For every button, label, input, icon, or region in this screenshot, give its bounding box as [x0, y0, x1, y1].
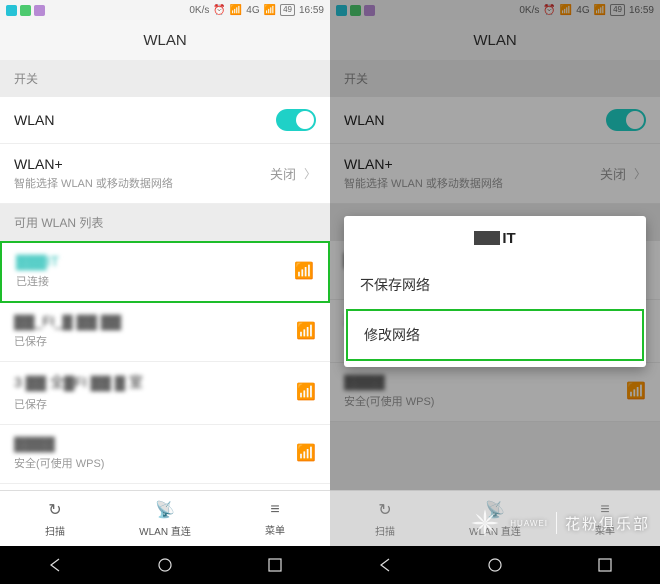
- section-available: 可用 WLAN 列表: [0, 204, 330, 241]
- wlanplus-row[interactable]: WLAN+ 智能选择 WLAN 或移动数据网络 关闭 〉: [0, 144, 330, 204]
- network-item-connected[interactable]: ▓▓▓IT 已连接 📶: [0, 241, 330, 303]
- chevron-right-icon: 〉: [304, 165, 316, 182]
- wifi-strength-icon: 📶: [296, 321, 316, 341]
- wlanplus-title: WLAN+: [14, 156, 173, 172]
- network-item[interactable]: ▓▓_FI_▓ ▓▓ ▓▓已保存 📶: [0, 303, 330, 362]
- wifi-strength-icon: 📶: [296, 443, 316, 463]
- dialog-title: IT: [344, 216, 646, 261]
- recent-icon[interactable]: [266, 556, 284, 574]
- network-name: ▓▓▓IT: [16, 253, 59, 269]
- recent-icon[interactable]: [596, 556, 614, 574]
- android-nav: [0, 546, 330, 584]
- alarm-icon: ⏰: [213, 5, 225, 16]
- menu-icon: ≡: [270, 501, 279, 519]
- direct-button[interactable]: 📡WLAN 直连: [110, 491, 220, 546]
- network-dialog: IT 不保存网络 修改网络: [344, 216, 646, 367]
- back-icon[interactable]: [376, 556, 394, 574]
- wlanplus-sub: 智能选择 WLAN 或移动数据网络: [14, 175, 173, 191]
- battery-icon: 49: [280, 4, 295, 16]
- back-icon[interactable]: [46, 556, 64, 574]
- net-4g: 4G: [246, 5, 259, 16]
- section-switch: 开关: [0, 60, 330, 97]
- scan-button[interactable]: ↻扫描: [0, 491, 110, 546]
- network-status: 已连接: [16, 273, 59, 289]
- watermark-text: 花粉俱乐部: [565, 513, 650, 534]
- android-nav: [330, 546, 660, 584]
- clock: 16:59: [299, 5, 324, 16]
- phone-left: 0K/s ⏰ 📶 4G 📶 49 16:59 WLAN 开关 WLAN WLAN…: [0, 0, 330, 584]
- wifi-direct-icon: 📡: [155, 500, 175, 520]
- menu-button[interactable]: ≡菜单: [220, 491, 330, 546]
- network-item[interactable]: ▓▓▓▓安全(可使用 WPS) 📶: [0, 425, 330, 484]
- status-bar: 0K/s ⏰ 📶 4G 📶 49 16:59: [0, 0, 330, 20]
- page-title: WLAN: [0, 20, 330, 60]
- home-icon[interactable]: [486, 556, 504, 574]
- scan-button[interactable]: ↻扫描: [330, 491, 440, 546]
- wlan-toggle[interactable]: [276, 109, 316, 131]
- scan-icon: ↻: [48, 500, 61, 520]
- wifi-icon: 📶: [230, 5, 242, 16]
- phone-right: 0K/s⏰📶4G📶 49 16:59 WLAN 开关 WLAN WLAN+智能选…: [330, 0, 660, 584]
- wifi-strength-icon: 📶: [296, 382, 316, 402]
- huawei-logo-icon: [468, 506, 502, 540]
- dialog-modify[interactable]: 修改网络: [346, 309, 644, 361]
- network-item[interactable]: 3 ▓▓ 全▓FI ▓▓ ▓ 室已保存 📶: [0, 362, 330, 425]
- wlanplus-value: 关闭: [270, 164, 296, 183]
- wlan-label: WLAN: [14, 112, 54, 128]
- watermark: HUAWEI 花粉俱乐部: [468, 506, 650, 540]
- net-speed: 0K/s: [189, 5, 209, 16]
- bottom-toolbar: ↻扫描 📡WLAN 直连 ≡菜单: [0, 490, 330, 546]
- wlan-toggle-row[interactable]: WLAN: [0, 97, 330, 144]
- home-icon[interactable]: [156, 556, 174, 574]
- dialog-forget[interactable]: 不保存网络: [344, 261, 646, 309]
- wifi-strength-icon: 📶: [294, 261, 314, 281]
